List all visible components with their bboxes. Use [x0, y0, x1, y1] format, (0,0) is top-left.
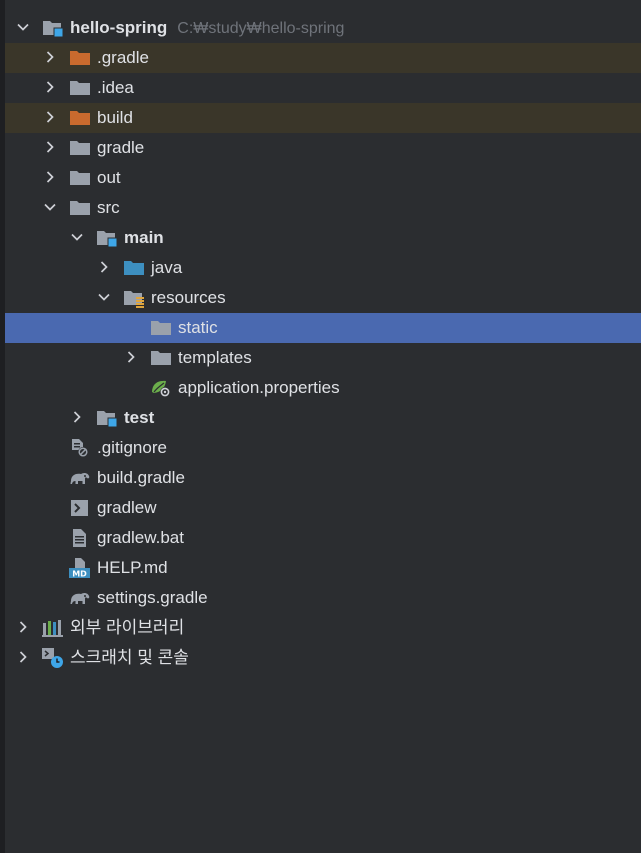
chevron-down-icon[interactable]: [16, 20, 30, 34]
gradle-elephant-icon: [69, 588, 91, 608]
tree-item-label: out: [97, 168, 121, 187]
tree-item-label: application.properties: [178, 378, 340, 397]
tree-item-label: .gradle: [97, 48, 149, 67]
tree-item-label: src: [97, 198, 120, 217]
module-folder-icon: [42, 18, 64, 38]
tree-item-label: gradlew: [97, 498, 157, 517]
tree-row-templates[interactable]: templates: [5, 343, 641, 373]
project-title: hello-spring: [70, 18, 168, 37]
tree-row-gradle-cache[interactable]: .gradle: [5, 43, 641, 73]
tree-row-scratches-consoles[interactable]: 스크래치 및 콘솔: [5, 643, 641, 673]
chevron-right-icon[interactable]: [16, 650, 30, 664]
folder-icon: [150, 318, 172, 338]
tree-item-label: 스크래치 및 콘솔: [70, 648, 189, 667]
chevron-right-icon[interactable]: [43, 50, 57, 64]
tree-item-label: java: [151, 258, 183, 277]
scratches-console-icon: [42, 648, 64, 668]
tree-row-build-gradle[interactable]: build.gradle: [5, 463, 641, 493]
chevron-right-icon[interactable]: [97, 260, 111, 274]
tree-row-src[interactable]: src: [5, 193, 641, 223]
tree-row-main[interactable]: main: [5, 223, 641, 253]
tree-row-hello-spring[interactable]: hello-spring C:₩study₩hello-spring: [5, 13, 641, 43]
tree-row-gradlew[interactable]: gradlew: [5, 493, 641, 523]
tree-item-label: build: [97, 108, 133, 127]
folder-icon: [69, 138, 91, 158]
tree-item-label: test: [124, 408, 155, 427]
gitignore-file-icon: [69, 438, 91, 458]
tree-item-label: resources: [151, 288, 226, 307]
tree-item-label: settings.gradle: [97, 588, 208, 607]
project-name: hello-spring C:₩study₩hello-spring: [70, 18, 344, 39]
tree-item-label: .idea: [97, 78, 134, 97]
tree-row-build[interactable]: build: [5, 103, 641, 133]
tree-item-label: gradlew.bat: [97, 528, 184, 547]
chevron-right-icon[interactable]: [124, 350, 138, 364]
tree-row-static[interactable]: static: [5, 313, 641, 343]
tree-item-label: 외부 라이브러리: [70, 618, 185, 637]
module-folder-icon: [96, 408, 118, 428]
text-file-icon: [69, 528, 91, 548]
tree-row-help-md[interactable]: MD HELP.md: [5, 553, 641, 583]
resources-root-folder-icon: [123, 288, 145, 308]
tree-item-label: gradle: [97, 138, 145, 157]
tree-item-label: templates: [178, 348, 252, 367]
tree-item-label: .gitignore: [97, 438, 167, 457]
libraries-icon: [42, 618, 64, 638]
spring-properties-icon: [150, 378, 172, 398]
source-root-folder-icon: [123, 258, 145, 278]
tree-row-external-libraries[interactable]: 외부 라이브러리: [5, 613, 641, 643]
tree-row-application-properties[interactable]: application.properties: [5, 373, 641, 403]
chevron-down-icon[interactable]: [70, 230, 84, 244]
folder-icon: [150, 348, 172, 368]
chevron-right-icon[interactable]: [43, 110, 57, 124]
excluded-folder-icon: [69, 48, 91, 68]
tree-row-java[interactable]: java: [5, 253, 641, 283]
gradle-elephant-icon: [69, 468, 91, 488]
chevron-right-icon[interactable]: [43, 80, 57, 94]
chevron-right-icon[interactable]: [70, 410, 84, 424]
tree-row-gradle[interactable]: gradle: [5, 133, 641, 163]
markdown-file-icon: MD: [69, 558, 91, 578]
tree-row-gitignore[interactable]: .gitignore: [5, 433, 641, 463]
excluded-folder-icon: [69, 108, 91, 128]
tree-row-out[interactable]: out: [5, 163, 641, 193]
svg-text:MD: MD: [72, 570, 87, 579]
shell-script-icon: [69, 498, 91, 518]
folder-icon: [69, 78, 91, 98]
chevron-down-icon[interactable]: [43, 200, 57, 214]
chevron-down-icon[interactable]: [97, 290, 111, 304]
chevron-right-icon[interactable]: [16, 620, 30, 634]
tree-item-label: main: [124, 228, 164, 247]
project-tree: hello-spring C:₩study₩hello-spring .gradl…: [5, 13, 641, 673]
chevron-right-icon[interactable]: [43, 170, 57, 184]
chevron-right-icon[interactable]: [43, 140, 57, 154]
tree-row-settings-gradle[interactable]: settings.gradle: [5, 583, 641, 613]
tree-item-label: static: [178, 318, 218, 337]
folder-icon: [69, 168, 91, 188]
folder-icon: [69, 198, 91, 218]
module-folder-icon: [96, 228, 118, 248]
tree-row-gradlew-bat[interactable]: gradlew.bat: [5, 523, 641, 553]
tree-row-idea[interactable]: .idea: [5, 73, 641, 103]
tree-row-test[interactable]: test: [5, 403, 641, 433]
tree-item-label: build.gradle: [97, 468, 185, 487]
project-path: C:₩study₩hello-spring: [177, 20, 345, 37]
tree-item-label: HELP.md: [97, 558, 168, 577]
top-strip: [5, 0, 641, 6]
tree-row-resources[interactable]: resources: [5, 283, 641, 313]
